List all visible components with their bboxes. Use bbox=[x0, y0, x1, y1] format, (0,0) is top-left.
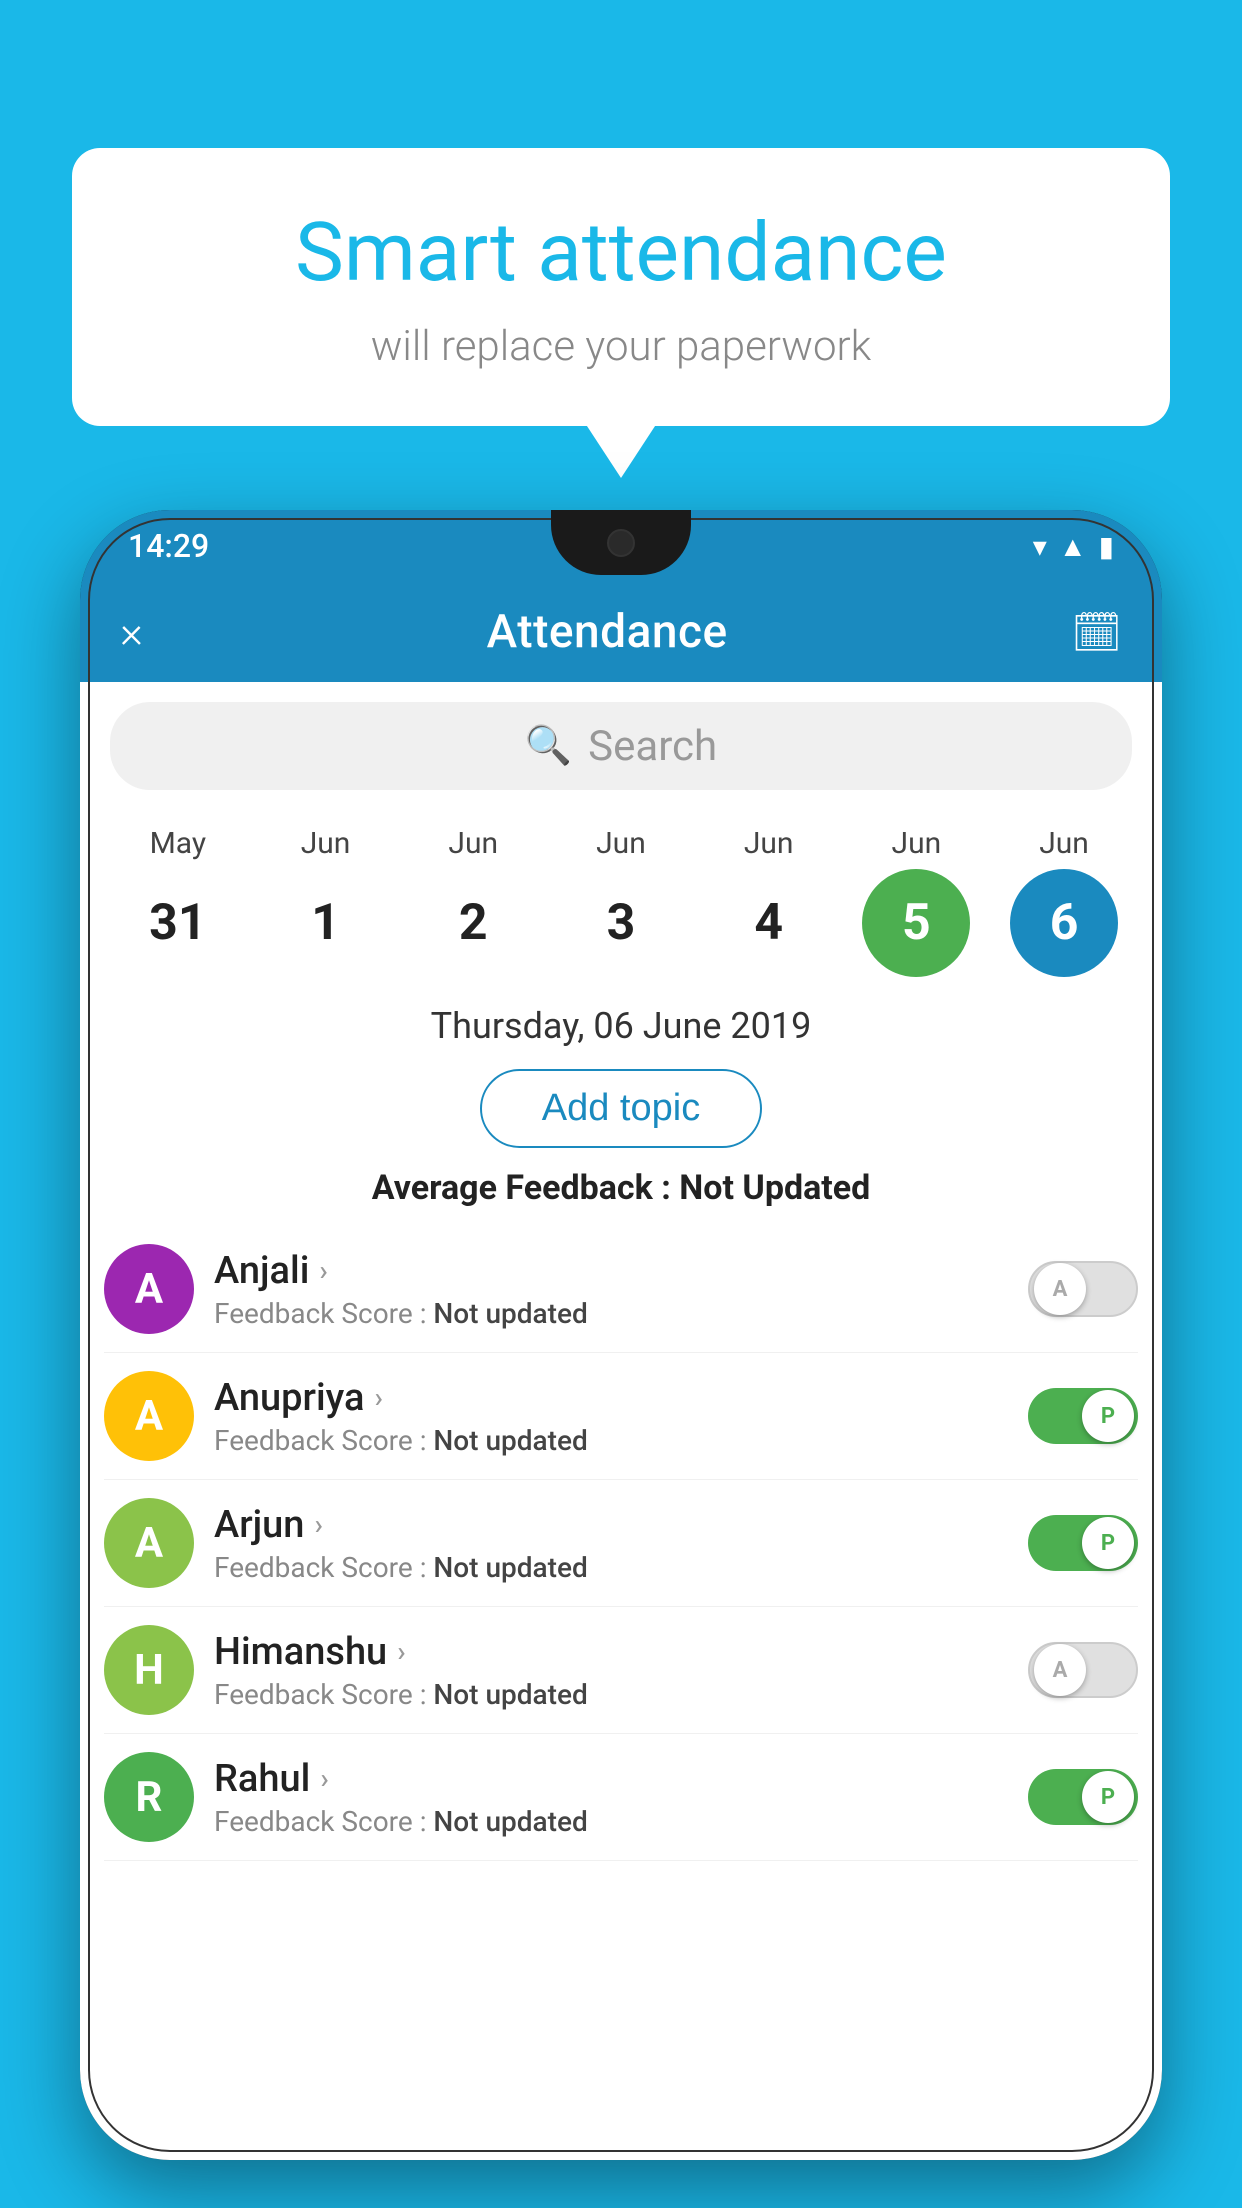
date-month: Jun bbox=[448, 826, 498, 861]
attendance-toggle[interactable]: P bbox=[1028, 1515, 1138, 1571]
date-item-1[interactable]: Jun 1 bbox=[266, 826, 386, 977]
student-info: Anjali › Feedback Score : Not updated bbox=[194, 1249, 1028, 1330]
search-input[interactable]: 🔍 Search bbox=[110, 702, 1132, 790]
date-number[interactable]: 3 bbox=[567, 869, 675, 977]
student-name[interactable]: Himanshu › bbox=[214, 1630, 1008, 1674]
date-number[interactable]: 6 bbox=[1010, 869, 1118, 977]
search-placeholder: Search bbox=[588, 722, 717, 771]
date-month: Jun bbox=[1039, 826, 1089, 861]
avg-feedback: Average Feedback : Not Updated bbox=[80, 1158, 1162, 1226]
status-time: 14:29 bbox=[128, 527, 209, 565]
toggle-knob: P bbox=[1082, 1517, 1134, 1569]
wifi-icon: ▾ bbox=[1033, 530, 1047, 563]
date-number[interactable]: 4 bbox=[715, 869, 823, 977]
student-info: Arjun › Feedback Score : Not updated bbox=[194, 1503, 1028, 1584]
date-item-6[interactable]: Jun 6 bbox=[1004, 826, 1124, 977]
student-list: AAnjali ›Feedback Score : Not updatedAAA… bbox=[80, 1226, 1162, 1861]
student-name[interactable]: Anupriya › bbox=[214, 1376, 1008, 1420]
chevron-right-icon: › bbox=[314, 1508, 322, 1541]
phone-notch bbox=[551, 510, 691, 575]
avg-feedback-value: Not Updated bbox=[679, 1168, 870, 1208]
student-name[interactable]: Anjali › bbox=[214, 1249, 1008, 1293]
attendance-toggle[interactable]: A bbox=[1028, 1261, 1138, 1317]
student-avatar: H bbox=[104, 1625, 194, 1715]
student-feedback-score: Feedback Score : Not updated bbox=[214, 1805, 1008, 1838]
date-month: May bbox=[150, 826, 206, 861]
front-camera bbox=[607, 529, 635, 557]
attendance-toggle[interactable]: A bbox=[1028, 1642, 1138, 1698]
student-name[interactable]: Arjun › bbox=[214, 1503, 1008, 1547]
phone-container: 14:29 ▾ ▲ ▮ × Attendance 🗓 🔍 Search bbox=[80, 510, 1162, 2208]
student-item-1[interactable]: A Anupriya › Feedback Score : Not updated P bbox=[104, 1353, 1138, 1480]
search-icon: 🔍 bbox=[525, 724, 572, 768]
status-icons: ▾ ▲ ▮ bbox=[1033, 530, 1114, 563]
date-number[interactable]: 31 bbox=[124, 869, 232, 977]
date-month: Jun bbox=[301, 826, 351, 861]
date-item-2[interactable]: Jun 2 bbox=[413, 826, 533, 977]
toggle-knob: A bbox=[1034, 1644, 1086, 1696]
search-bar-container: 🔍 Search bbox=[80, 682, 1162, 810]
student-feedback-score: Feedback Score : Not updated bbox=[214, 1678, 1008, 1711]
chevron-right-icon: › bbox=[320, 1762, 328, 1795]
date-row: May 31 Jun 1 Jun 2 Jun 3 Jun 4 Jun 5 Jun 6 bbox=[80, 810, 1162, 977]
student-feedback-score: Feedback Score : Not updated bbox=[214, 1424, 1008, 1457]
date-month: Jun bbox=[596, 826, 646, 861]
date-month: Jun bbox=[744, 826, 794, 861]
attendance-toggle[interactable]: P bbox=[1028, 1388, 1138, 1444]
signal-icon: ▲ bbox=[1059, 530, 1087, 563]
date-number[interactable]: 5 bbox=[862, 869, 970, 977]
avg-feedback-label: Average Feedback : bbox=[372, 1168, 680, 1208]
calendar-icon[interactable]: 🗓 bbox=[1071, 609, 1122, 656]
date-month: Jun bbox=[892, 826, 942, 861]
selected-date: Thursday, 06 June 2019 bbox=[80, 977, 1162, 1059]
student-item-3[interactable]: H Himanshu › Feedback Score : Not updated A bbox=[104, 1607, 1138, 1734]
student-item-0[interactable]: A Anjali › Feedback Score : Not updated A bbox=[104, 1226, 1138, 1353]
app-header: × Attendance 🗓 bbox=[80, 582, 1162, 682]
date-item-0[interactable]: May 31 bbox=[118, 826, 238, 977]
bubble-title: Smart attendance bbox=[152, 208, 1090, 298]
toggle-knob: A bbox=[1034, 1263, 1086, 1315]
header-title: Attendance bbox=[487, 605, 728, 659]
student-avatar: A bbox=[104, 1371, 194, 1461]
student-info: Rahul › Feedback Score : Not updated bbox=[194, 1757, 1028, 1838]
bubble-subtitle: will replace your paperwork bbox=[152, 322, 1090, 371]
student-feedback-score: Feedback Score : Not updated bbox=[214, 1551, 1008, 1584]
student-name[interactable]: Rahul › bbox=[214, 1757, 1008, 1801]
attendance-toggle[interactable]: P bbox=[1028, 1769, 1138, 1825]
speech-bubble-container: Smart attendance will replace your paper… bbox=[72, 148, 1170, 426]
student-avatar: A bbox=[104, 1244, 194, 1334]
student-avatar: A bbox=[104, 1498, 194, 1588]
toggle-knob: P bbox=[1082, 1390, 1134, 1442]
student-item-2[interactable]: A Arjun › Feedback Score : Not updated P bbox=[104, 1480, 1138, 1607]
close-button[interactable]: × bbox=[120, 606, 143, 658]
student-feedback-score: Feedback Score : Not updated bbox=[214, 1297, 1008, 1330]
student-info: Anupriya › Feedback Score : Not updated bbox=[194, 1376, 1028, 1457]
phone-frame: 14:29 ▾ ▲ ▮ × Attendance 🗓 🔍 Search bbox=[80, 510, 1162, 2160]
date-item-5[interactable]: Jun 5 bbox=[856, 826, 976, 977]
toggle-knob: P bbox=[1082, 1771, 1134, 1823]
date-number[interactable]: 1 bbox=[272, 869, 380, 977]
chevron-right-icon: › bbox=[397, 1635, 405, 1668]
phone-screen: 🔍 Search May 31 Jun 1 Jun 2 Jun 3 Jun 4 Jun 5 Jun 6 T… bbox=[80, 682, 1162, 2160]
student-info: Himanshu › Feedback Score : Not updated bbox=[194, 1630, 1028, 1711]
add-topic-button[interactable]: Add topic bbox=[480, 1069, 762, 1148]
chevron-right-icon: › bbox=[319, 1254, 327, 1287]
battery-icon: ▮ bbox=[1099, 530, 1114, 563]
student-avatar: R bbox=[104, 1752, 194, 1842]
date-item-3[interactable]: Jun 3 bbox=[561, 826, 681, 977]
date-number[interactable]: 2 bbox=[419, 869, 527, 977]
date-item-4[interactable]: Jun 4 bbox=[709, 826, 829, 977]
student-item-4[interactable]: R Rahul › Feedback Score : Not updated P bbox=[104, 1734, 1138, 1861]
chevron-right-icon: › bbox=[374, 1381, 382, 1414]
add-topic-container: Add topic bbox=[80, 1059, 1162, 1158]
speech-bubble: Smart attendance will replace your paper… bbox=[72, 148, 1170, 426]
